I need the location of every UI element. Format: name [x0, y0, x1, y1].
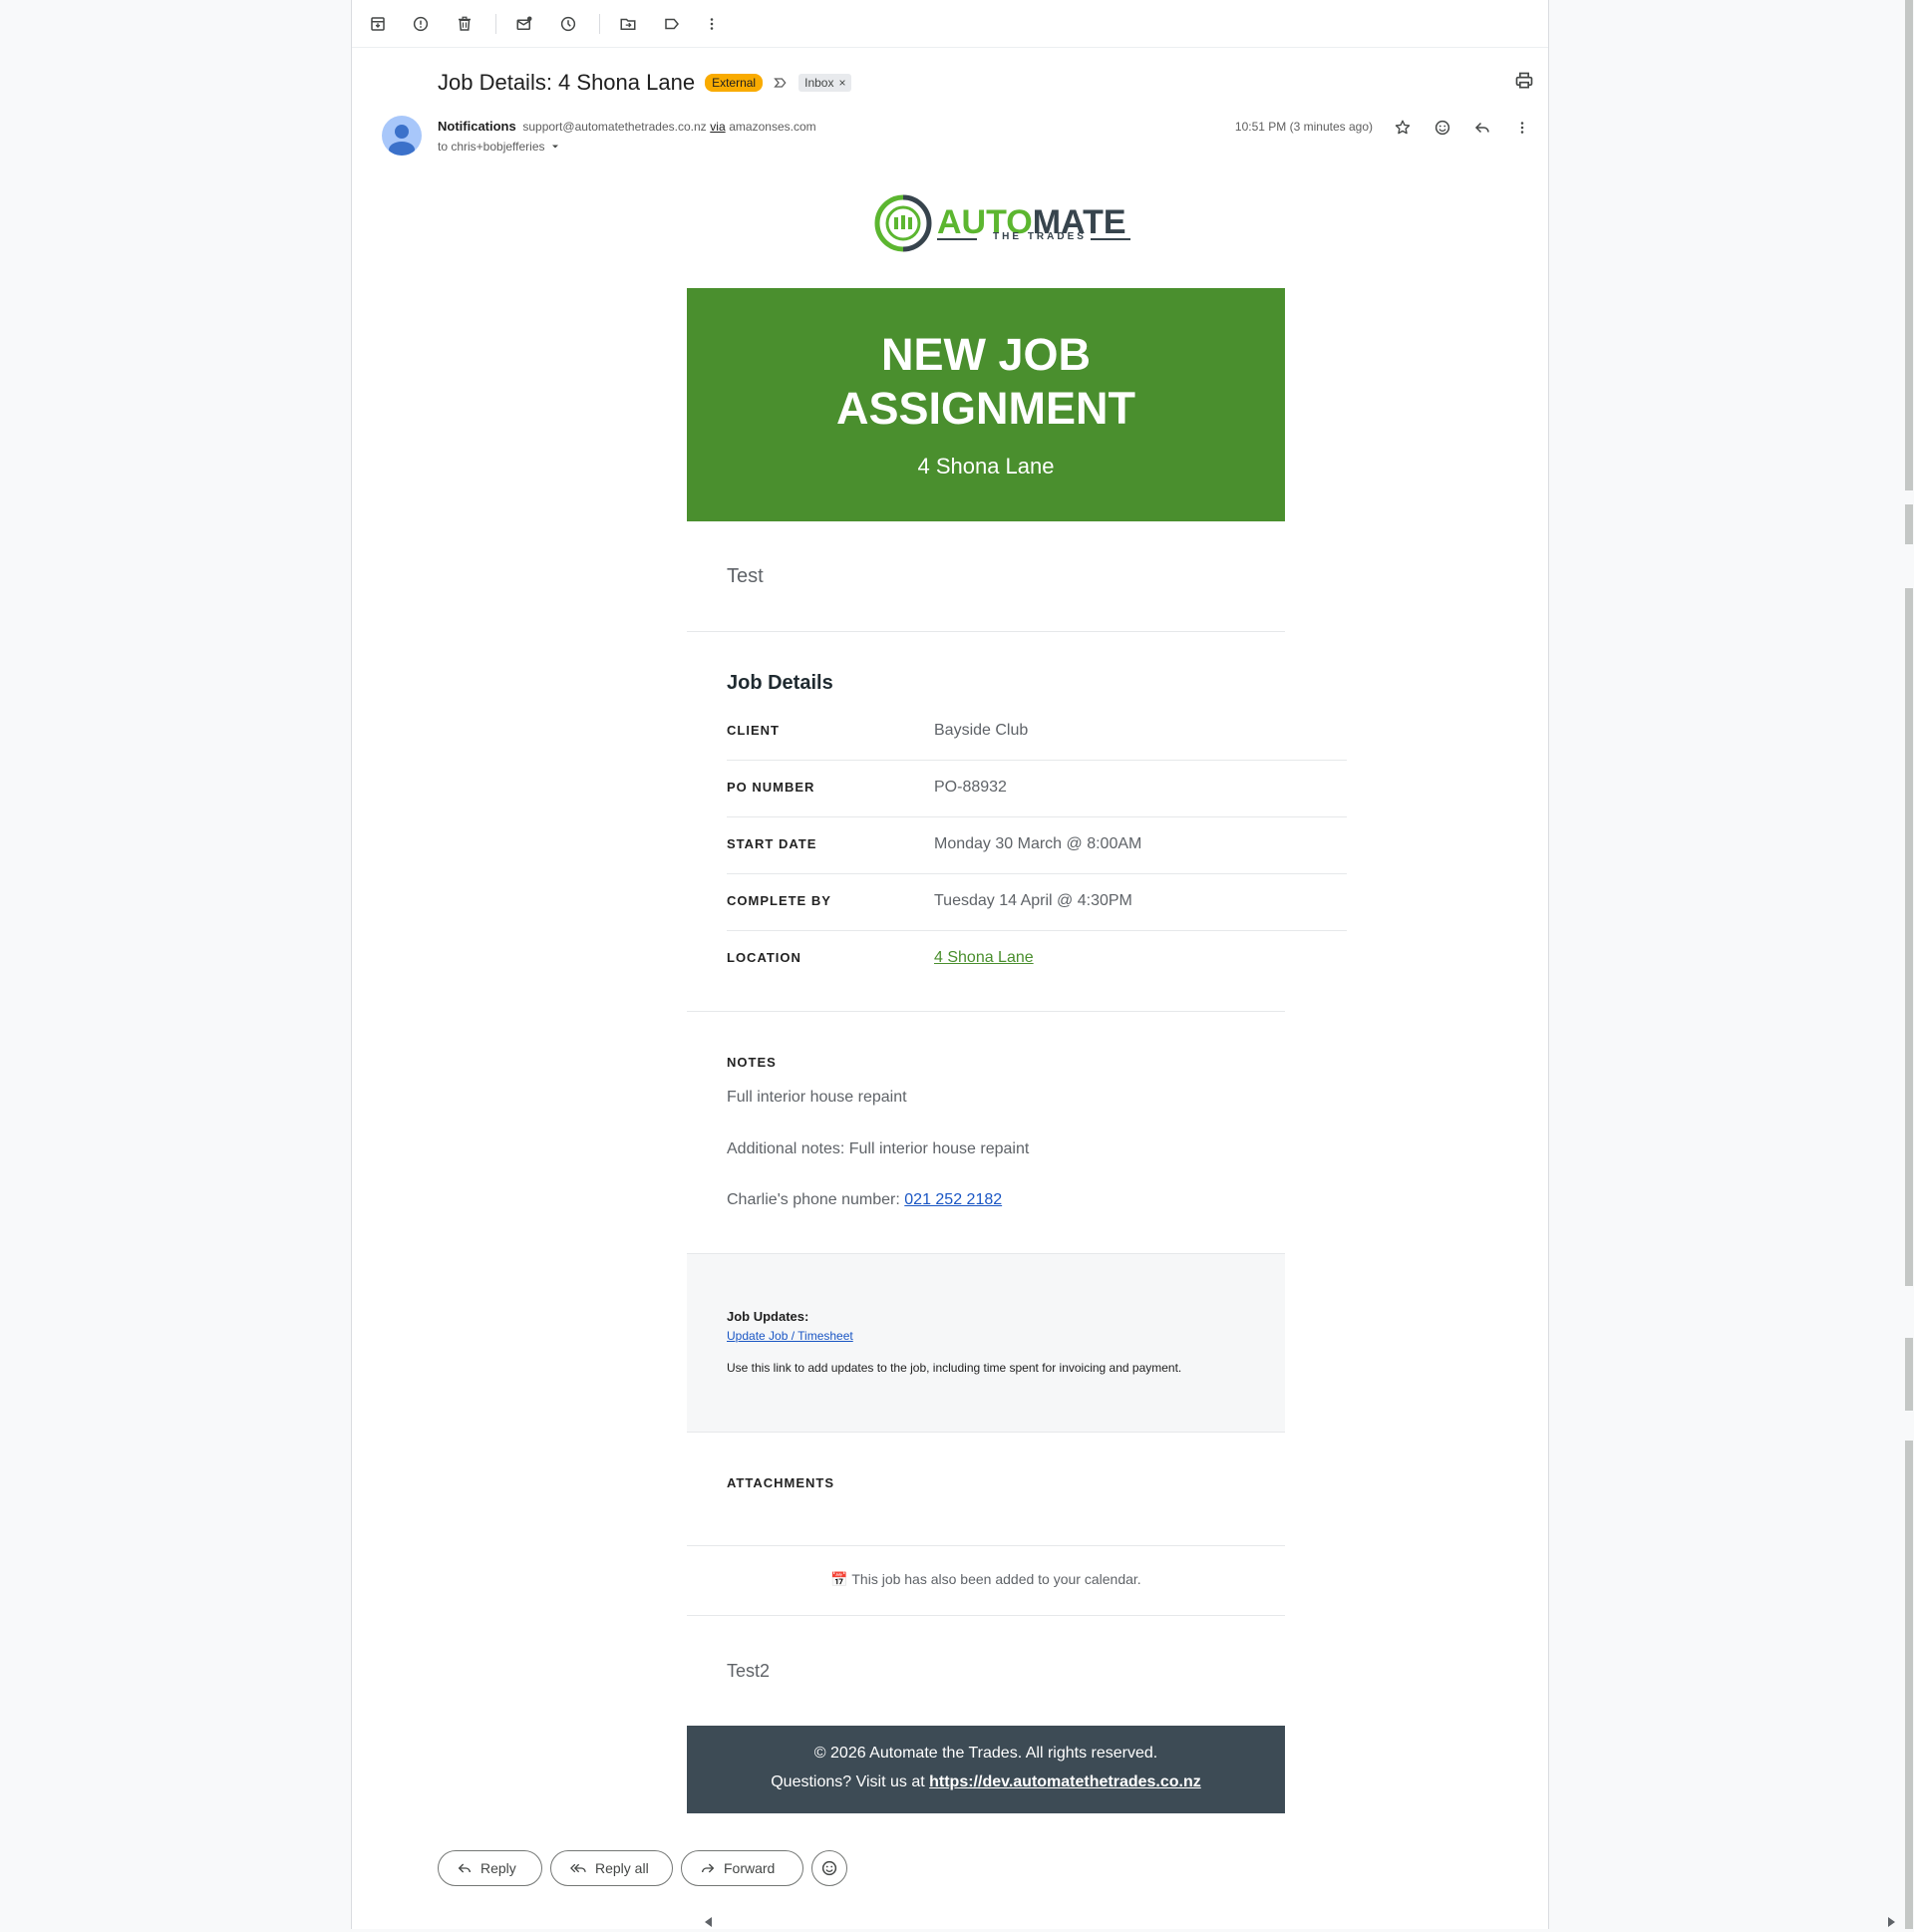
job-details-heading: Job Details	[727, 672, 833, 694]
snooze-icon[interactable]	[556, 12, 580, 36]
email-toolbar	[352, 0, 1548, 48]
footer-questions: Questions? Visit us at https://dev.autom…	[771, 1773, 1201, 1790]
calendar-note: 📅 This job has also been added to your c…	[830, 1571, 1141, 1587]
job-updates-title: Job Updates:	[727, 1309, 809, 1324]
add-reaction-icon[interactable]	[1431, 116, 1454, 140]
star-icon[interactable]	[1391, 116, 1415, 140]
remove-label-icon[interactable]: ×	[838, 76, 845, 90]
location-link[interactable]: 4 Shona Lane	[934, 949, 1034, 967]
label-icon[interactable]	[660, 12, 684, 36]
website-link[interactable]: https://dev.automatethetrades.co.nz	[929, 1773, 1201, 1790]
job-updates-box: Job Updates: Update Job / Timesheet Use …	[687, 1253, 1285, 1433]
scroll-left-icon[interactable]	[705, 1917, 713, 1927]
logo-tagline: THE TRADES	[993, 231, 1087, 242]
important-marker-icon[interactable]	[773, 75, 789, 91]
email-timestamp: 10:51 PM (3 minutes ago)	[1234, 120, 1373, 134]
client-value: Bayside Club	[934, 722, 1029, 739]
sender-avatar[interactable]	[382, 116, 422, 156]
detail-row-client: CLIENT Bayside Club	[727, 722, 1029, 739]
email-footer: © 2026 Automate the Trades. All rights r…	[687, 1726, 1285, 1813]
attachments-label: ATTACHMENTS	[727, 1475, 835, 1490]
detail-row-complete-by: COMPLETE BY Tuesday 14 April @ 4:30PM	[727, 892, 1132, 909]
divider	[687, 1545, 1285, 1546]
recipient-line[interactable]: to chris+bobjefferies	[438, 140, 561, 154]
show-details-icon[interactable]	[549, 141, 561, 153]
scrollbar-thumb[interactable]	[1905, 0, 1913, 490]
copyright-text: © 2026 Automate the Trades. All rights r…	[813, 1745, 1158, 1762]
inbox-label-text: Inbox	[804, 76, 834, 90]
additional-notes: Additional notes: Full interior house re…	[727, 1140, 1030, 1157]
sender-line: Notifications support@automatethetrades.…	[438, 119, 816, 134]
sender-email: support@automatethetrades.co.nz	[522, 120, 707, 134]
mark-unread-icon[interactable]	[512, 12, 536, 36]
subject-row: Job Details: 4 Shona Lane External Inbox…	[438, 68, 852, 98]
contact-phone-line: Charlie's phone number: 021 252 2182	[727, 1191, 1003, 1208]
scrollbar-track-segment	[1905, 1441, 1913, 1929]
print-icon[interactable]	[1514, 71, 1534, 91]
reply-icon	[458, 1863, 471, 1873]
more-options-icon[interactable]	[1510, 116, 1534, 140]
detail-row-start-date: START DATE Monday 30 March @ 8:00AM	[727, 835, 1142, 852]
more-vert-icon[interactable]	[700, 12, 724, 36]
forward-label: Forward	[724, 1860, 776, 1876]
emoji-reaction-button[interactable]	[811, 1850, 847, 1886]
forward-icon	[702, 1863, 715, 1873]
job-assignment-banner: NEW JOB ASSIGNMENT 4 Shona Lane	[687, 288, 1285, 521]
report-spam-icon[interactable]	[409, 12, 433, 36]
move-to-icon[interactable]	[616, 12, 640, 36]
divider	[687, 1011, 1285, 1012]
divider	[687, 1615, 1285, 1616]
scroll-right-icon[interactable]	[1887, 1917, 1895, 1927]
external-badge: External	[705, 74, 764, 92]
banner-address: 4 Shona Lane	[917, 454, 1055, 479]
reply-all-button[interactable]: Reply all	[550, 1850, 673, 1886]
via-link[interactable]: via	[710, 120, 725, 134]
notes-label: NOTES	[727, 1055, 777, 1070]
horizontal-scrollbar[interactable]	[703, 1913, 1899, 1929]
notes-line: Full interior house repaint	[727, 1089, 907, 1106]
banner-title: NEW JOB ASSIGNMENT	[835, 329, 1135, 434]
scrollbar-marker	[1905, 1338, 1913, 1411]
detail-row-location: LOCATION 4 Shona Lane	[727, 949, 1034, 967]
automate-the-trades-logo: AUTOMATE THE TRADES	[873, 191, 1132, 255]
detail-row-po-number: PO NUMBER PO-88932	[727, 779, 1007, 796]
scrollbar-marker	[1905, 504, 1913, 544]
start-date-value: Monday 30 March @ 8:00AM	[934, 835, 1142, 852]
scrollbar-track-segment	[1905, 588, 1913, 1286]
email-subject: Job Details: 4 Shona Lane	[438, 70, 696, 95]
reply-all-icon	[570, 1863, 586, 1873]
update-job-timesheet-link[interactable]: Update Job / Timesheet	[727, 1329, 853, 1343]
sender-name[interactable]: Notifications	[438, 119, 516, 134]
via-domain: amazonses.com	[729, 120, 816, 134]
logo-ring-icon	[874, 194, 932, 252]
complete-by-value: Tuesday 14 April @ 4:30PM	[934, 892, 1132, 909]
divider	[687, 631, 1285, 632]
forward-button[interactable]: Forward	[681, 1850, 803, 1886]
delete-icon[interactable]	[453, 12, 477, 36]
vertical-scrollbar[interactable]	[1902, 0, 1914, 1932]
reply-button[interactable]: Reply	[438, 1850, 542, 1886]
phone-link[interactable]: 021 252 2182	[904, 1191, 1002, 1208]
email-reading-pane: Job Details: 4 Shona Lane External Inbox…	[351, 0, 1895, 1929]
recipient-text: to chris+bobjefferies	[438, 140, 545, 154]
reply-label: Reply	[480, 1860, 516, 1876]
emoji-icon	[821, 1860, 837, 1876]
closing-text: Test2	[727, 1661, 771, 1681]
po-number-value: PO-88932	[934, 779, 1007, 796]
intro-text: Test	[727, 565, 764, 587]
inbox-label-chip[interactable]: Inbox ×	[798, 74, 852, 92]
reply-all-label: Reply all	[595, 1860, 649, 1876]
reply-icon[interactable]	[1470, 116, 1494, 140]
archive-icon[interactable]	[366, 12, 390, 36]
job-updates-description: Use this link to add updates to the job,…	[727, 1361, 1182, 1375]
